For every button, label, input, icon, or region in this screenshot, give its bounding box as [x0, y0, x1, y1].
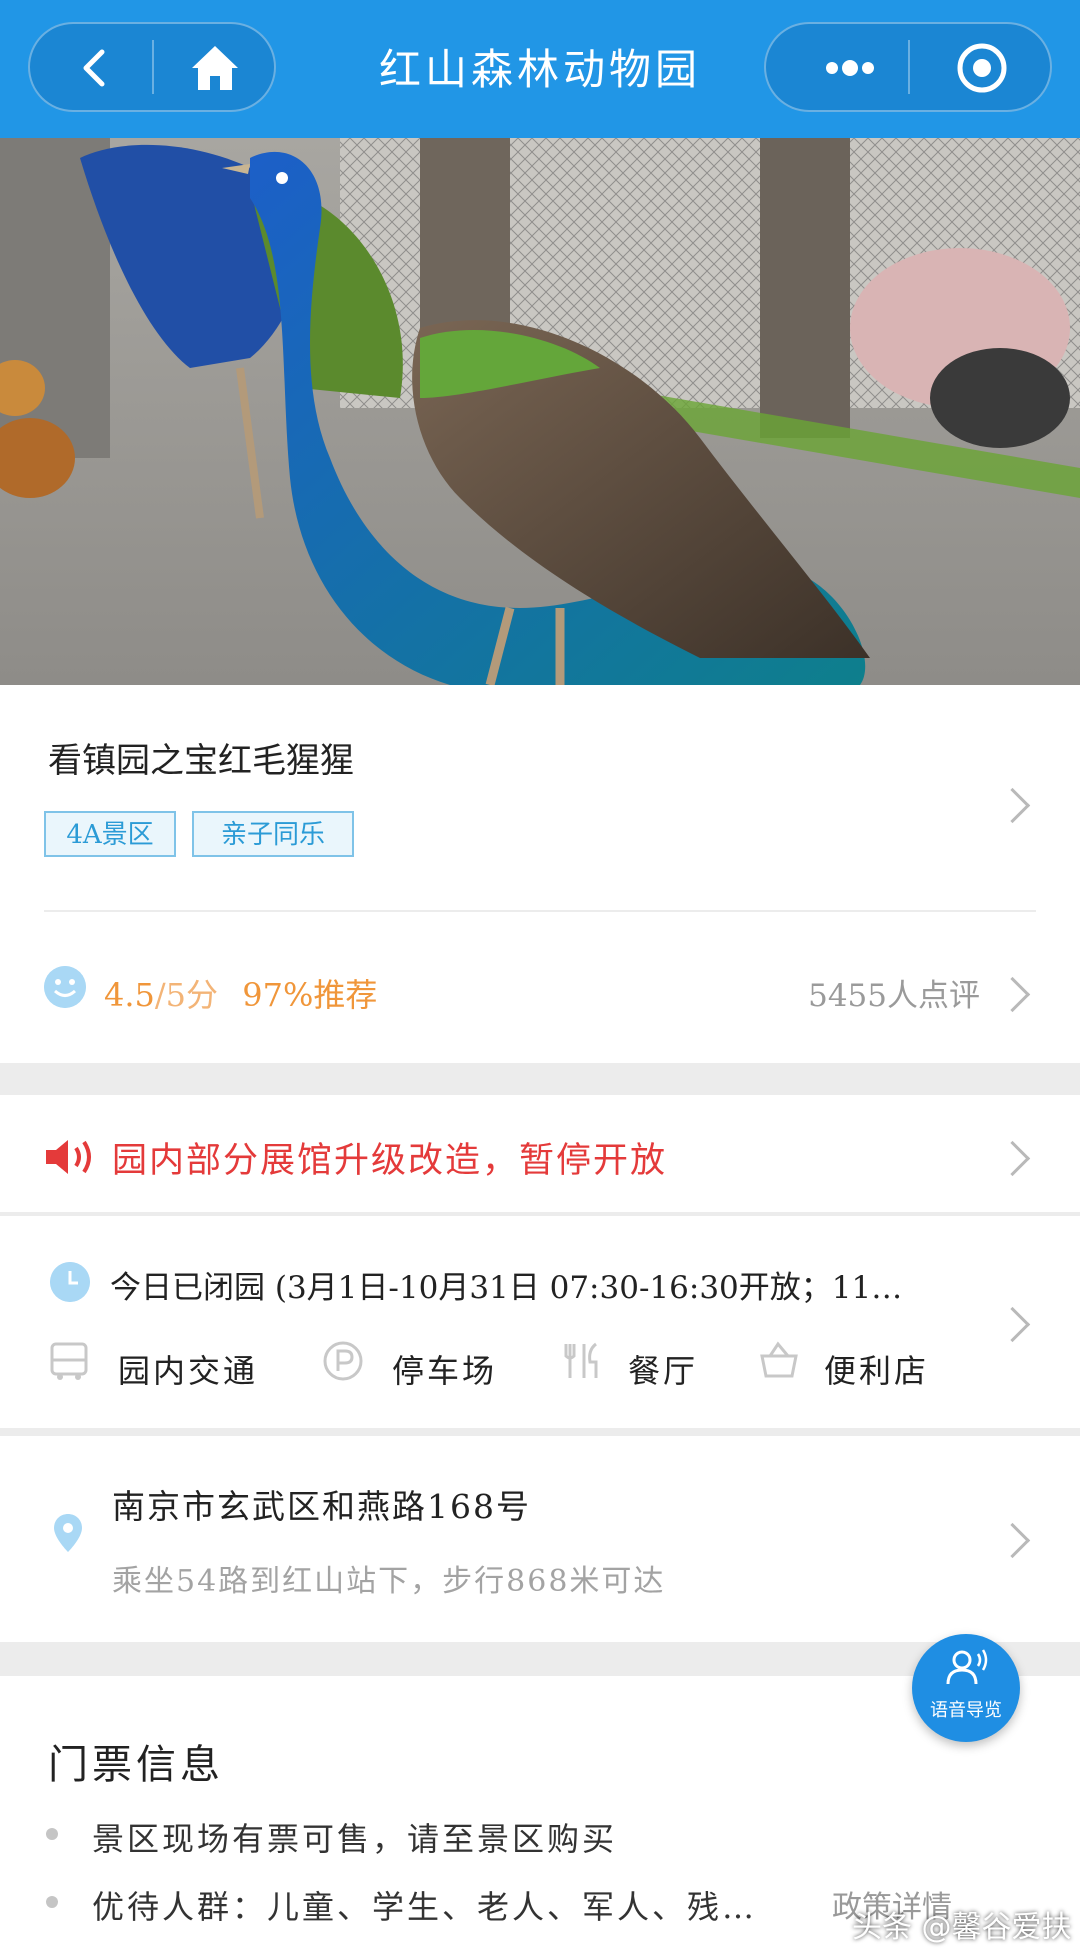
divider — [0, 1428, 1080, 1436]
home-button[interactable] — [170, 30, 260, 106]
hours-facilities-row[interactable] — [0, 1216, 1080, 1428]
more-button[interactable] — [790, 30, 910, 106]
watermark: 头条 @馨谷爱扶 — [852, 1910, 1072, 1945]
rating-max: /5分 — [154, 976, 219, 1014]
recommend-rate: 97%推荐 — [242, 976, 378, 1014]
voice-guide-label: 语音导览 — [930, 1700, 1002, 1721]
facility-parking: 停车场 — [392, 1352, 498, 1390]
tag-family: 亲子同乐 — [192, 811, 354, 857]
capsule-divider — [908, 40, 910, 94]
peacock-photo-illustration — [0, 138, 1080, 685]
ticket-item: 景区现场有票可售，请至景区购买 — [92, 1820, 618, 1858]
basket-icon — [760, 1341, 798, 1378]
back-button[interactable] — [48, 30, 148, 106]
route-hint: 乘坐54路到红山站下，步行868米可达 — [112, 1564, 666, 1599]
facility-store: 便利店 — [824, 1352, 930, 1390]
bullet — [46, 1896, 58, 1908]
ticket-section-title: 门票信息 — [48, 1742, 224, 1788]
home-icon — [192, 46, 238, 90]
clock-icon — [50, 1262, 90, 1302]
voice-guide-icon — [946, 1649, 988, 1685]
speaker-icon — [46, 1140, 91, 1174]
bus-icon — [50, 1342, 88, 1380]
rating-summary: 4.5/5分 97%推荐 — [104, 970, 377, 1016]
parking-icon — [323, 1341, 363, 1381]
divider — [44, 910, 1036, 912]
review-count: 5455人点评 — [808, 978, 980, 1014]
address-text: 南京市玄武区和燕路168号 — [112, 1487, 531, 1526]
address-row[interactable] — [0, 1436, 1080, 1642]
target-circle-icon — [957, 43, 1007, 93]
bullet — [46, 1828, 58, 1840]
more-dots-icon — [826, 60, 874, 76]
opening-hours: 今日已闭园 (3月1日-10月31日 07:30-16:30开放；11… — [110, 1270, 903, 1306]
notice-text: 园内部分展馆升级改造，暂停开放 — [112, 1141, 668, 1181]
capsule-divider — [152, 40, 154, 94]
page-title: 红山森林动物园 — [378, 45, 701, 94]
location-pin-icon — [54, 1514, 82, 1552]
back-arrow-icon — [83, 49, 105, 87]
rating-score: 4.5 — [104, 976, 155, 1014]
close-miniprogram-button[interactable] — [930, 30, 1030, 106]
facility-restaurant: 餐厅 — [628, 1352, 699, 1390]
tag-scenic-level: 4A景区 — [44, 811, 176, 857]
hero-photo[interactable] — [0, 138, 1080, 685]
restaurant-icon — [564, 1342, 598, 1378]
attraction-highlight: 看镇园之宝红毛猩猩 — [48, 741, 354, 781]
section-gap — [0, 1063, 1080, 1095]
ticket-item: 优待人群：儿童、学生、老人、军人、残… — [92, 1888, 758, 1926]
smile-icon — [44, 966, 86, 1008]
voice-guide-button[interactable] — [912, 1634, 1020, 1742]
facility-transport: 园内交通 — [118, 1352, 259, 1390]
